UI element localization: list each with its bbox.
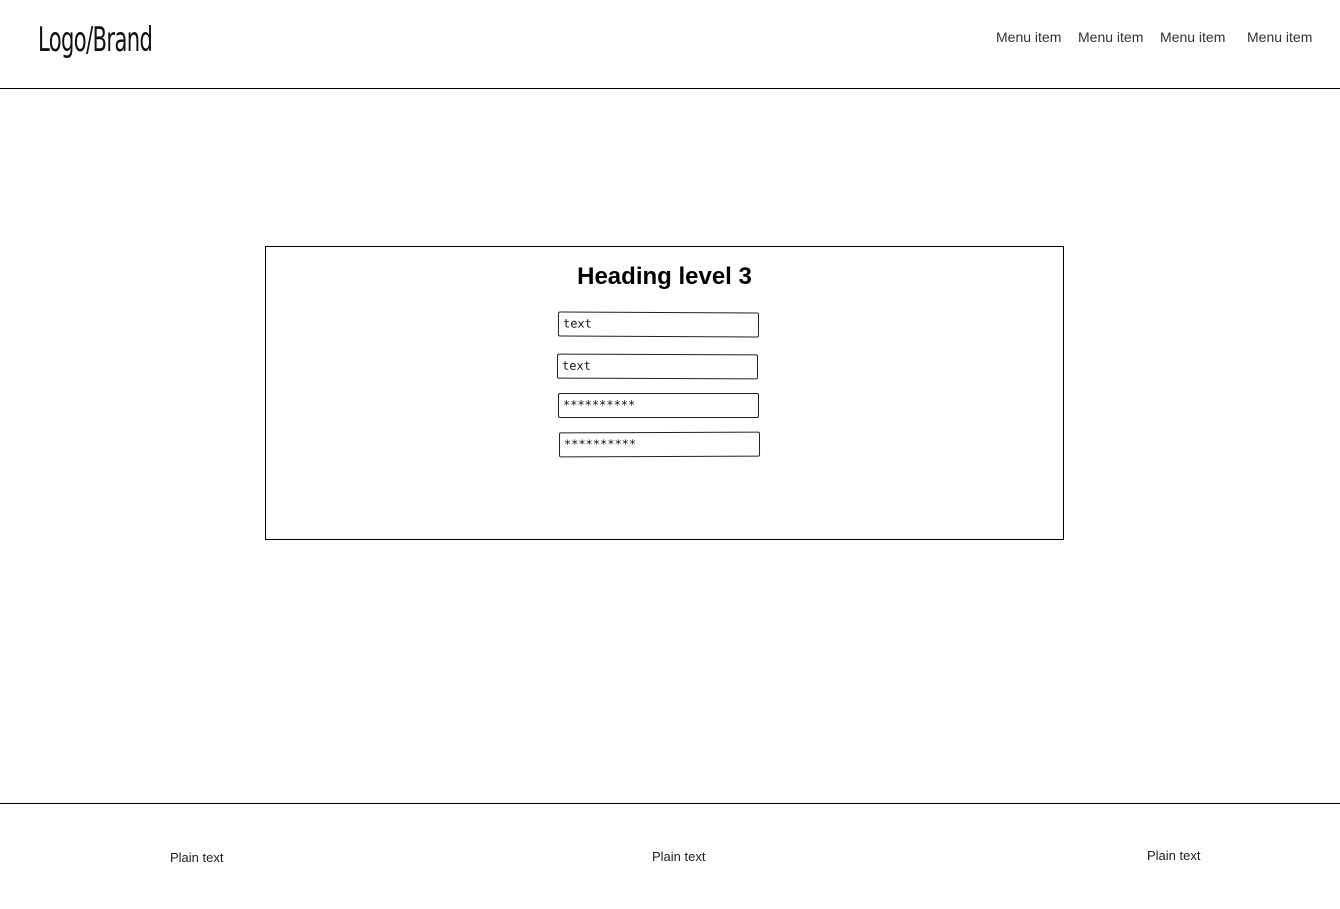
text-field-1[interactable]: text — [557, 311, 760, 338]
page: Logo/Brand Menu item Menu item Menu item… — [0, 0, 1340, 909]
password-field-2[interactable]: ********** — [558, 431, 761, 458]
menu-item-2[interactable]: Menu item — [1078, 29, 1143, 45]
password-field-1[interactable]: ********** — [558, 393, 759, 418]
menu-item-3[interactable]: Menu item — [1160, 29, 1225, 45]
footer-text-center: Plain text — [652, 849, 706, 864]
footer-text-right: Plain text — [1147, 848, 1201, 863]
header: Logo/Brand Menu item Menu item Menu item… — [0, 0, 1340, 89]
footer: Plain text Plain text Plain text — [0, 803, 1340, 909]
footer-text-left: Plain text — [170, 850, 224, 865]
text-field-2[interactable]: text — [556, 353, 759, 380]
menu-item-4[interactable]: Menu item — [1247, 29, 1312, 45]
menu-item-1[interactable]: Menu item — [996, 29, 1061, 45]
form-heading: Heading level 3 — [577, 263, 752, 290]
form-card: Heading level 3 text text ********** ***… — [265, 246, 1064, 540]
logo-brand[interactable]: Logo/Brand — [38, 20, 153, 60]
